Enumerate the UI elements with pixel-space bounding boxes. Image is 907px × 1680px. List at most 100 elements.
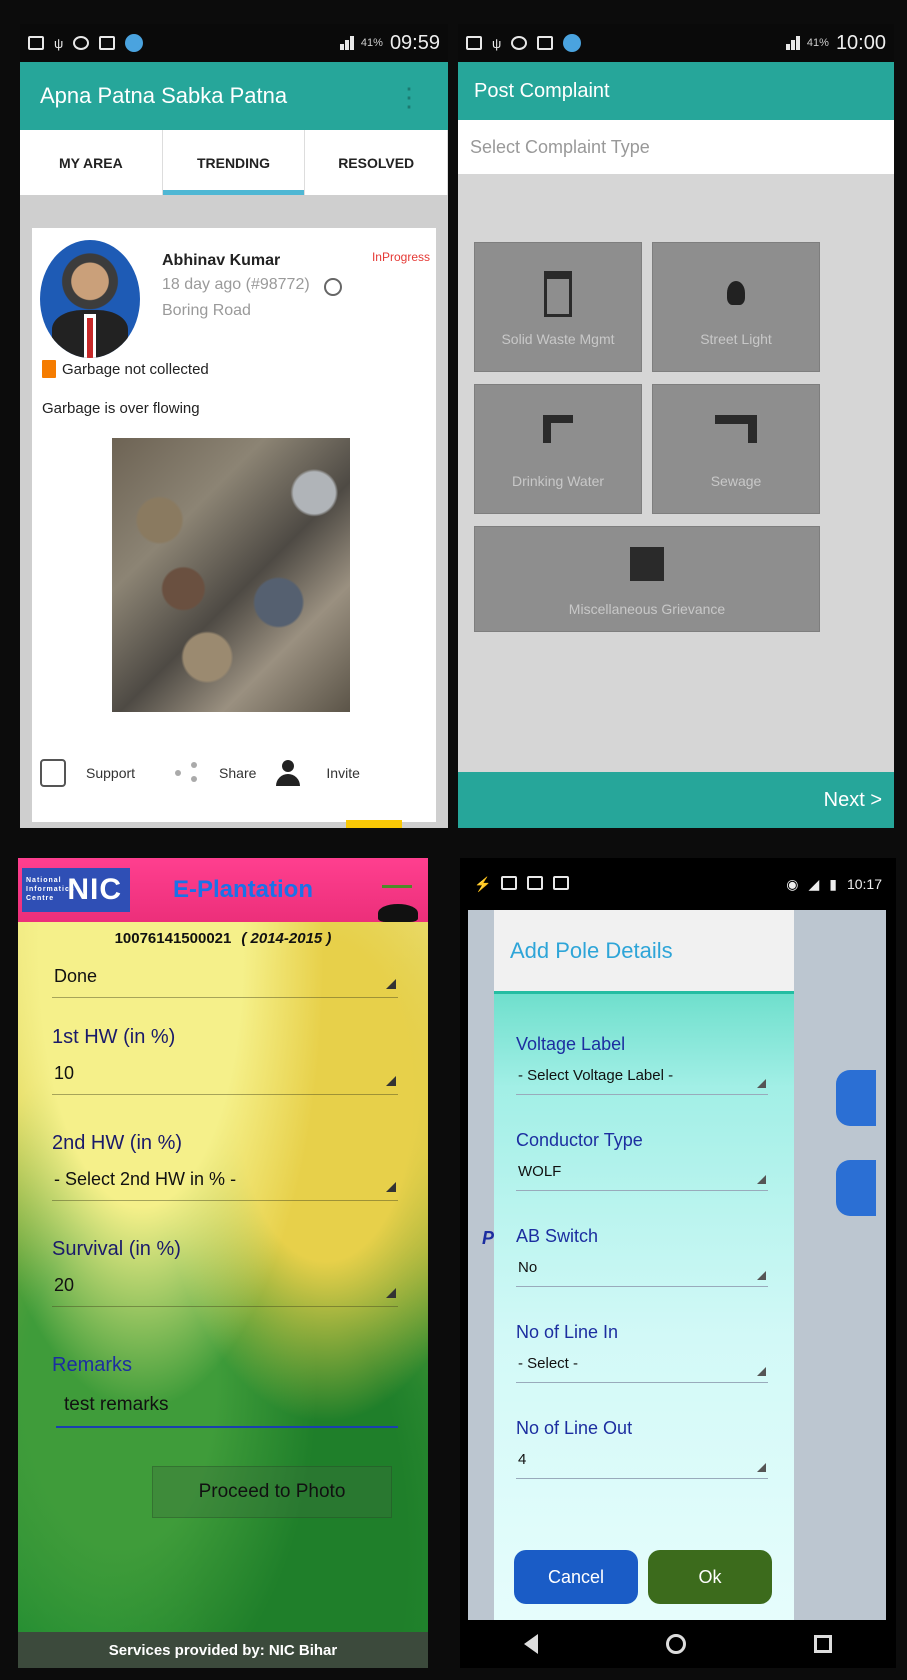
field-label: Conductor Type xyxy=(516,1130,643,1150)
registration-line: 10076141500021 ( 2014-2015 ) xyxy=(18,930,428,947)
add-pole-screen: ⚡ ◉ ◢ ▮ 10:17 Po Add Pole Details Voltag… xyxy=(460,858,896,1668)
light-bulb-icon xyxy=(727,281,745,305)
ab-switch-field[interactable]: AB Switch No xyxy=(516,1226,768,1287)
conductor-type-field[interactable]: Conductor Type WOLF xyxy=(516,1130,768,1191)
whatsapp-icon xyxy=(511,36,528,50)
hw1-label: 1st HW (in %) xyxy=(52,1026,176,1048)
tab-resolved[interactable]: RESOLVED xyxy=(305,130,448,195)
tile-miscellaneous[interactable]: Miscellaneous Grievance xyxy=(474,526,820,632)
status-bar: ψ 41% 09:59 xyxy=(20,24,448,62)
share-button[interactable]: Share xyxy=(135,762,256,784)
trash-icon xyxy=(42,360,56,378)
background-button xyxy=(836,1070,876,1126)
thumbs-up-icon xyxy=(40,759,66,787)
tab-trending[interactable]: TRENDING xyxy=(162,130,306,195)
status-value: Done xyxy=(52,958,398,998)
field-value: - Select Voltage Label - xyxy=(516,1063,768,1095)
tile-label: Miscellaneous Grievance xyxy=(568,601,726,617)
message-icon xyxy=(553,875,570,890)
header: National Informatics Centre NIC E-Plantat… xyxy=(18,858,428,922)
apna-patna-screen: ψ 41% 09:59 Apna Patna Sabka Patna ⋮ MY A… xyxy=(20,24,448,828)
share-icon xyxy=(175,762,198,784)
hw1-value: 10 xyxy=(52,1055,398,1095)
check-icon xyxy=(125,34,144,52)
tile-label: Solid Waste Mgmt xyxy=(501,331,615,347)
signal-icon: ◢ xyxy=(808,875,820,892)
charging-icon: ⚡ xyxy=(474,875,492,892)
back-icon[interactable] xyxy=(524,1634,538,1654)
remarks-input[interactable]: test remarks xyxy=(56,1388,398,1428)
status-bar: ⚡ ◉ ◢ ▮ 10:17 xyxy=(460,858,896,910)
complaint-type-select[interactable]: Select Complaint Type xyxy=(458,120,894,174)
vibrate-icon: ◉ xyxy=(786,875,799,892)
tile-label: Street Light xyxy=(700,331,772,347)
signal-icon xyxy=(785,36,800,50)
survival-field[interactable]: Survival (in %) 20 xyxy=(52,1238,398,1307)
floating-action-button[interactable] xyxy=(346,820,402,828)
invite-button[interactable]: Invite xyxy=(256,760,360,786)
post-meta: 18 day ago (#98772) xyxy=(162,276,310,293)
dialog-title: Add Pole Details xyxy=(494,910,794,994)
field-label: No of Line In xyxy=(516,1322,619,1342)
tile-sewage[interactable]: Sewage xyxy=(652,384,820,514)
hw2-field[interactable]: 2nd HW (in %) - Select 2nd HW in % - xyxy=(52,1132,398,1201)
hw1-field[interactable]: 1st HW (in %) 10 xyxy=(52,1026,398,1095)
tile-solid-waste[interactable]: Solid Waste Mgmt xyxy=(474,242,642,372)
user-name: Abhinav Kumar xyxy=(162,252,281,269)
trash-icon xyxy=(544,271,572,317)
battery-icon: ▮ xyxy=(829,875,837,892)
battery-text: 41% xyxy=(806,37,829,49)
tile-label: Sewage xyxy=(710,473,762,489)
water-tap-icon xyxy=(543,415,573,443)
support-button[interactable]: Support xyxy=(32,759,135,787)
line-out-field[interactable]: No of Line Out 4 xyxy=(516,1418,768,1479)
voltage-label-field[interactable]: Voltage Label - Select Voltage Label - xyxy=(516,1034,768,1095)
overflow-menu-icon[interactable]: ⋮ xyxy=(396,84,422,110)
usb-icon: ψ xyxy=(492,35,502,51)
complaint-card[interactable]: Abhinav Kumar 18 day ago (#98772) Boring… xyxy=(32,228,436,822)
ok-button[interactable]: Ok xyxy=(648,1550,772,1604)
field-value: - Select - xyxy=(516,1351,768,1383)
garbage-photo[interactable] xyxy=(112,438,350,712)
line-in-field[interactable]: No of Line In - Select - xyxy=(516,1322,768,1383)
status-bar: ψ 41% 10:00 xyxy=(458,24,894,62)
proceed-to-photo-button[interactable]: Proceed to Photo xyxy=(152,1466,392,1518)
tile-street-light[interactable]: Street Light xyxy=(652,242,820,372)
cancel-button[interactable]: Cancel xyxy=(514,1550,638,1604)
action-bar: Support Share Invite xyxy=(32,748,436,798)
globe-icon xyxy=(324,278,342,296)
next-button[interactable]: Next > xyxy=(458,772,894,828)
field-value: WOLF xyxy=(516,1159,768,1191)
mail-icon xyxy=(28,36,44,50)
field-label: AB Switch xyxy=(516,1226,599,1246)
footer-credit: Services provided by: NIC Bihar xyxy=(18,1632,428,1668)
gallery-icon xyxy=(527,875,544,890)
status-dropdown[interactable]: Done xyxy=(52,958,398,998)
share-label: Share xyxy=(219,765,257,781)
app-title: Apna Patna Sabka Patna xyxy=(20,62,448,130)
recents-icon[interactable] xyxy=(814,1635,832,1653)
tile-drinking-water[interactable]: Drinking Water xyxy=(474,384,642,514)
hw2-value: - Select 2nd HW in % - xyxy=(52,1161,398,1201)
signal-icon xyxy=(339,36,354,50)
field-value: 4 xyxy=(516,1447,768,1479)
status-badge: InProgress xyxy=(371,250,430,264)
tab-my-area[interactable]: MY AREA xyxy=(20,130,163,195)
notification-icon xyxy=(99,36,116,50)
notification-icon xyxy=(537,36,554,50)
hw2-label: 2nd HW (in %) xyxy=(52,1132,183,1154)
plant-icon xyxy=(382,866,412,888)
invite-label: Invite xyxy=(326,765,360,781)
year-range: ( 2014-2015 ) xyxy=(241,930,332,947)
home-icon[interactable] xyxy=(666,1634,686,1654)
add-person-icon xyxy=(276,760,302,786)
clock: 09:59 xyxy=(389,31,440,54)
post-description: Garbage is over flowing xyxy=(42,400,200,417)
tile-label: Drinking Water xyxy=(511,473,605,489)
post-complaint-screen: ψ 41% 10:00 Post Complaint Select Complai… xyxy=(458,24,894,828)
post-location: Boring Road xyxy=(162,302,251,319)
remarks-label: Remarks xyxy=(52,1354,133,1376)
android-nav-bar xyxy=(460,1620,896,1668)
whatsapp-icon xyxy=(73,36,90,50)
background-button xyxy=(836,1160,876,1216)
